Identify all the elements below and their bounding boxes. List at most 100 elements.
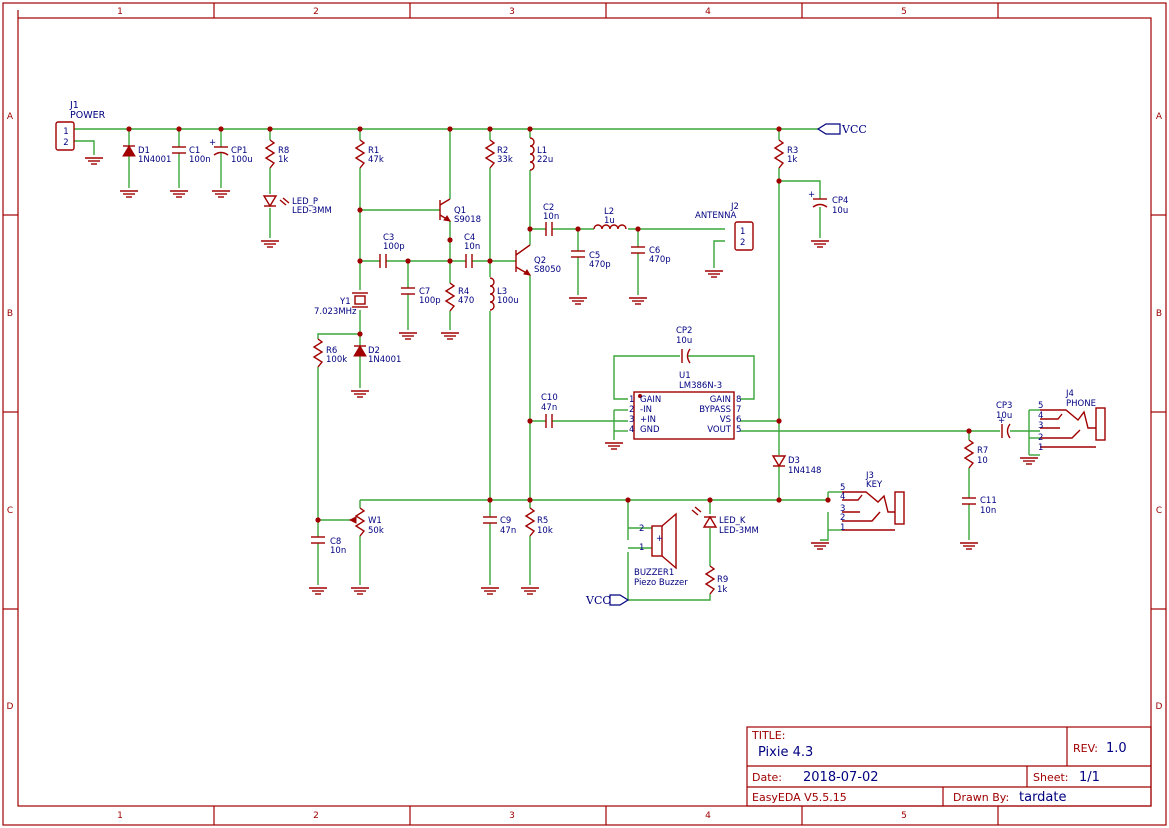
- component-value: 47n: [500, 526, 516, 536]
- resistor-r8: R8 1k: [264, 139, 289, 169]
- pin-number: 5: [736, 425, 741, 435]
- component-value: 7.023MHz: [314, 307, 357, 317]
- resistor-r7: R7 10: [963, 439, 988, 469]
- capacitor-c4: C4 10n: [464, 233, 480, 268]
- component-value: S9018: [454, 215, 481, 225]
- col-label: 4: [705, 811, 711, 821]
- schematic-sheet: 1 2 3 4 5 1 2 3 4 5 A B C D A B C D TITL…: [2, 2, 1167, 826]
- component-value: 100p: [383, 242, 405, 252]
- component-ref: CP4: [832, 196, 848, 206]
- component-ref: D3: [788, 456, 800, 466]
- component-value: 33k: [497, 155, 513, 165]
- pin-name: GAIN: [710, 395, 731, 405]
- component-value: 470p: [589, 260, 611, 270]
- pin-label: 3: [1038, 421, 1043, 431]
- ground-icon: [704, 270, 724, 278]
- col-label: 1: [117, 7, 123, 17]
- tool-version: EasyEDA V5.5.15: [752, 791, 847, 804]
- component-value: 1k: [787, 155, 797, 165]
- capacitor-cp1: + CP1 100u: [209, 138, 253, 165]
- component-value: 1N4001: [368, 355, 401, 365]
- capacitor-cp3: + CP3 10u: [996, 401, 1012, 439]
- resistor-r2: R2 33k: [484, 139, 513, 169]
- component-value: 1N4001: [138, 155, 171, 165]
- capacitor-c11: C11 10n: [962, 496, 997, 516]
- pin-number: 3: [629, 415, 634, 425]
- capacitor-c8: C8 10n: [311, 536, 346, 556]
- pin-label: 2: [840, 513, 845, 523]
- pin-label: 2: [740, 238, 745, 248]
- net-label: VCC: [585, 594, 611, 607]
- component-value: 22u: [537, 155, 553, 165]
- polarity-mark: +: [209, 138, 216, 148]
- ground-icon: [959, 542, 979, 550]
- component-value: 10u: [996, 411, 1012, 421]
- component-value: 470p: [649, 255, 671, 265]
- vcc-net-flag-top: VCC: [816, 123, 867, 136]
- component-ref: LED_K: [719, 516, 746, 526]
- pin-label: 4: [1038, 411, 1043, 421]
- component-value: 1N4148: [788, 466, 821, 476]
- resistor-r6: R6 100k: [312, 338, 347, 368]
- component-value: 1k: [717, 585, 727, 595]
- component-ref: CP3: [996, 401, 1012, 411]
- potentiometer-w1: W1 50k: [348, 507, 384, 537]
- ground-icon: [260, 240, 280, 248]
- component-value: KEY: [866, 480, 883, 490]
- connector-j2: 1 2 J2 ANTENNA: [695, 202, 754, 251]
- transistor-q1: Q1 S9018: [439, 198, 481, 225]
- capacitor-c9: C9 47n: [483, 516, 516, 536]
- transistor-q2: Q2 S8050: [515, 244, 561, 276]
- capacitor-cp2: CP2 10u: [676, 326, 692, 364]
- date-value: 2018-07-02: [803, 770, 879, 785]
- component-value: 47n: [541, 403, 557, 413]
- vcc-net-flag-bottom: VCC: [585, 594, 630, 607]
- connector-j1: 1 2 J1 POWER: [55, 100, 106, 151]
- capacitor-c5: C5 470p: [571, 250, 611, 270]
- component-value: Piezo Buzzer: [634, 578, 688, 588]
- ground-icon: [604, 442, 624, 450]
- component-value: 10u: [832, 206, 848, 216]
- component-ref: U1: [679, 371, 691, 381]
- row-label: A: [1156, 112, 1163, 122]
- component-value: 10k: [537, 526, 553, 536]
- col-label: 5: [901, 7, 907, 17]
- inductor-l1: L1 22u: [524, 137, 553, 171]
- pin-number: 8: [736, 395, 741, 405]
- col-label: 3: [509, 7, 515, 17]
- component-value: 10: [977, 456, 988, 466]
- pin-label: 2: [639, 524, 644, 534]
- pin-label: 2: [63, 138, 68, 148]
- ground-icon: [1019, 457, 1039, 465]
- pin-number: 4: [629, 425, 634, 435]
- component-ref: R5: [537, 516, 548, 526]
- ground-icon: [810, 240, 830, 248]
- component-ref: R9: [717, 575, 728, 585]
- drawn-by-label: Drawn By:: [953, 791, 1009, 804]
- pin-number: 6: [736, 415, 741, 425]
- component-value: 100n: [189, 155, 211, 165]
- component-value: PHONE: [1066, 399, 1096, 409]
- sheet-label: Sheet:: [1033, 771, 1069, 784]
- capacitor-c2: C2 10n: [543, 203, 559, 236]
- ground-icon: [440, 332, 460, 340]
- component-ref: BUZZER1: [634, 568, 674, 578]
- row-label: A: [7, 112, 14, 122]
- component-value: 1k: [278, 155, 288, 165]
- inductor-l2: L2 1u: [593, 207, 628, 232]
- junctions: [126, 126, 972, 523]
- sheet-frame: [2, 2, 1167, 826]
- component-ref: J4: [1065, 389, 1074, 399]
- pin-label: 1: [639, 543, 644, 553]
- polarity-mark: +: [656, 534, 663, 544]
- diode-d1: D1 1N4001: [122, 145, 171, 165]
- component-value: 10n: [980, 506, 996, 516]
- led-led-k: LED_K LED-3MM: [691, 506, 759, 536]
- wires: [74, 128, 1040, 601]
- component-value: 100p: [419, 296, 441, 306]
- component-value: LM386N-3: [679, 381, 722, 391]
- ground-icon: [568, 297, 588, 305]
- component-value: 100k: [326, 355, 347, 365]
- col-label: 2: [313, 7, 319, 17]
- col-label: 3: [509, 811, 515, 821]
